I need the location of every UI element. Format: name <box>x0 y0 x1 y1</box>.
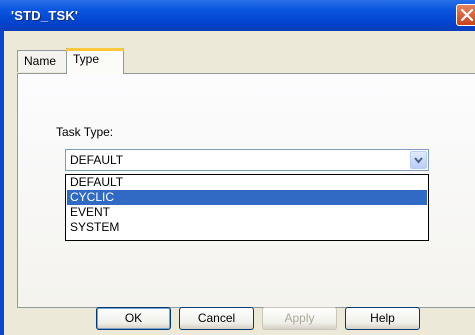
title-bar[interactable]: 'STD_TSK' <box>0 0 475 31</box>
cancel-button[interactable]: Cancel <box>179 307 254 330</box>
close-button[interactable] <box>456 4 475 26</box>
chevron-down-icon <box>414 157 423 164</box>
window-title: 'STD_TSK' <box>11 8 79 23</box>
task-type-value: DEFAULT <box>70 153 124 167</box>
task-type-dropdown-list: DEFAULT CYCLIC EVENT SYSTEM <box>65 174 429 241</box>
option-default[interactable]: DEFAULT <box>67 175 427 190</box>
option-system[interactable]: SYSTEM <box>67 220 427 235</box>
task-type-combobox[interactable]: DEFAULT <box>65 149 429 171</box>
dialog-body: Name Type Task Type: DEFAULT DEFAULT CYC… <box>4 31 475 335</box>
tab-name[interactable]: Name <box>17 50 68 72</box>
option-cyclic[interactable]: CYCLIC <box>67 190 427 205</box>
close-icon <box>461 9 473 21</box>
dropdown-arrow-button[interactable] <box>410 151 427 169</box>
task-type-label: Task Type: <box>56 125 114 139</box>
option-event[interactable]: EVENT <box>67 205 427 220</box>
apply-button[interactable]: Apply <box>262 307 337 330</box>
tab-type-label: Type <box>73 52 100 66</box>
help-button[interactable]: Help <box>345 307 420 330</box>
tab-type[interactable]: Type <box>66 48 124 74</box>
ok-button[interactable]: OK <box>96 307 171 330</box>
tab-name-label: Name <box>24 54 57 68</box>
